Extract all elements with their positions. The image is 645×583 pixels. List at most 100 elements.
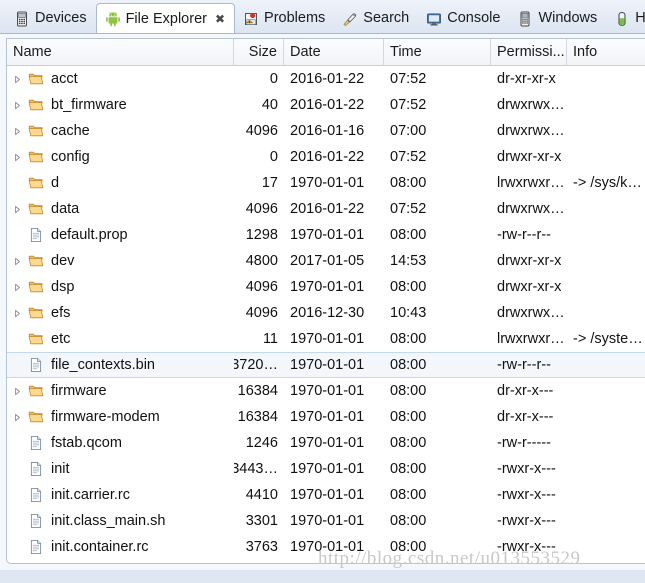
- table-row[interactable]: init.class_main.sh 3301 1970-01-01 08:00 -rw…: [7, 508, 645, 534]
- cell-time: 08:00: [384, 404, 491, 430]
- table-row[interactable]: bt_firmware 40 2016-01-22 07:52 drwxrwx…: [7, 92, 645, 118]
- cell-size-label: 4410: [245, 487, 278, 503]
- column-header-name[interactable]: Name: [7, 39, 234, 66]
- expand-arrow-icon[interactable]: [7, 75, 27, 84]
- cell-info: [567, 248, 645, 274]
- table-row[interactable]: dev 4800 2017-01-05 14:53 drwxr-xr-x: [7, 248, 645, 274]
- column-header-info[interactable]: Info: [567, 39, 645, 66]
- cell-name: firmware-modem: [7, 404, 234, 430]
- folder-icon: [27, 175, 45, 191]
- table-row[interactable]: firmware-modem 16384 1970-01-01 08:00 dr-xr-…: [7, 404, 645, 430]
- cell-permissions-label: drwxrwx…: [497, 201, 565, 217]
- cell-info: [567, 508, 645, 534]
- tab-search[interactable]: Search: [334, 4, 418, 33]
- cell-permissions: -rwxr-x---: [491, 456, 567, 482]
- cell-date: 2016-01-22: [284, 196, 384, 222]
- expand-arrow-icon[interactable]: [7, 127, 27, 136]
- cell-size: 3443…: [234, 456, 284, 482]
- table-row[interactable]: init.container.rc 3763 1970-01-01 08:00 -rwx…: [7, 534, 645, 560]
- cell-time-label: 07:52: [390, 71, 427, 87]
- file-name-label: dev: [51, 253, 75, 269]
- expand-arrow-icon[interactable]: [7, 205, 27, 214]
- cell-time-label: 08:00: [390, 357, 427, 373]
- table-row[interactable]: firmware 16384 1970-01-01 08:00 dr-xr-x---: [7, 378, 645, 404]
- cell-date-label: 1970-01-01: [290, 409, 365, 425]
- cell-name: dsp: [7, 274, 234, 300]
- tab-problems[interactable]: Problems: [235, 4, 334, 33]
- cell-name: d: [7, 170, 234, 196]
- table-row[interactable]: acct 0 2016-01-22 07:52 dr-xr-xr-x: [7, 66, 645, 92]
- cell-time-label: 08:00: [390, 175, 427, 191]
- file-table-body[interactable]: acct 0 2016-01-22 07:52 dr-xr-xr-x bt_firmwar…: [7, 66, 645, 563]
- tab-devices[interactable]: Devices: [6, 4, 96, 33]
- cell-time-label: 08:00: [390, 461, 427, 477]
- cell-size-label: 17: [261, 175, 278, 191]
- cell-size: 4096: [234, 300, 284, 326]
- cell-time: 08:00: [384, 430, 491, 456]
- tab-heap[interactable]: Heap: [606, 4, 645, 33]
- table-row[interactable]: efs 4096 2016-12-30 10:43 drwxrwx…: [7, 300, 645, 326]
- cell-info: [567, 222, 645, 248]
- cell-size: 16384: [234, 404, 284, 430]
- expand-arrow-icon[interactable]: [7, 153, 27, 162]
- cell-name: init.class_main.sh: [7, 508, 234, 534]
- tab-console[interactable]: Console: [418, 4, 509, 33]
- file-name-label: etc: [51, 331, 71, 347]
- expand-arrow-icon[interactable]: [7, 309, 27, 318]
- tab-label: Console: [447, 10, 501, 27]
- cell-date: 1970-01-01: [284, 508, 384, 534]
- cell-date: 1970-01-01: [284, 222, 384, 248]
- cell-info: [567, 430, 645, 456]
- table-row[interactable]: etc 11 1970-01-01 08:00 lrwxrwxr… -> /syste…: [7, 326, 645, 352]
- expand-arrow-icon[interactable]: [7, 101, 27, 110]
- cell-size: 4800: [234, 248, 284, 274]
- cell-name: init: [7, 456, 234, 482]
- tab-label: Windows: [538, 10, 598, 27]
- cell-time-label: 08:00: [390, 539, 427, 555]
- tab-file-explorer[interactable]: File Explorer ✖: [95, 3, 236, 33]
- cell-date-label: 1970-01-01: [290, 461, 365, 477]
- file-explorer-window: Devices File Explorer ✖ Problems Search Conso…: [0, 0, 645, 583]
- cell-size-label: 16384: [237, 383, 278, 399]
- cell-permissions-label: -rw-r--r--: [497, 357, 551, 373]
- file-icon: [27, 357, 45, 373]
- close-icon[interactable]: ✖: [215, 13, 225, 25]
- cell-permissions: drwxr-xr-x: [491, 274, 567, 300]
- cell-size-label: 4096: [245, 279, 278, 295]
- column-header-permissions[interactable]: Permissi...: [491, 39, 567, 66]
- expand-arrow-icon[interactable]: [7, 413, 27, 422]
- cell-permissions-label: -rwxr-x---: [497, 461, 556, 477]
- table-row[interactable]: fstab.qcom 1246 1970-01-01 08:00 -rw-r-----: [7, 430, 645, 456]
- expand-arrow-icon[interactable]: [7, 257, 27, 266]
- tab-label: Problems: [264, 10, 326, 27]
- cell-size-label: 3443…: [234, 461, 278, 477]
- expand-arrow-icon[interactable]: [7, 387, 27, 396]
- folder-icon: [27, 71, 45, 87]
- column-header-date[interactable]: Date: [284, 39, 384, 66]
- cell-time-label: 08:00: [390, 435, 427, 451]
- cell-info: [567, 404, 645, 430]
- table-row[interactable]: config 0 2016-01-22 07:52 drwxr-xr-x: [7, 144, 645, 170]
- cell-time: 08:00: [384, 508, 491, 534]
- tab-windows[interactable]: Windows: [509, 4, 606, 33]
- cell-size: 4096: [234, 118, 284, 144]
- expand-arrow-icon[interactable]: [7, 283, 27, 292]
- cell-time: 08:00: [384, 222, 491, 248]
- column-header-size[interactable]: Size: [234, 39, 284, 66]
- cell-size-label: 4800: [245, 253, 278, 269]
- table-row[interactable]: d 17 1970-01-01 08:00 lrwxrwxr… -> /sys/k…: [7, 170, 645, 196]
- cell-date: 1970-01-01: [284, 482, 384, 508]
- tab-bar: Devices File Explorer ✖ Problems Search Conso…: [0, 0, 645, 34]
- file-icon: [27, 435, 45, 451]
- table-row[interactable]: default.prop 1298 1970-01-01 08:00 -rw-r--r-…: [7, 222, 645, 248]
- table-row[interactable]: cache 4096 2016-01-16 07:00 drwxrwx…: [7, 118, 645, 144]
- column-header-time[interactable]: Time: [384, 39, 491, 66]
- cell-time-label: 08:00: [390, 227, 427, 243]
- table-row[interactable]: data 4096 2016-01-22 07:52 drwxrwx…: [7, 196, 645, 222]
- table-row[interactable]: dsp 4096 1970-01-01 08:00 drwxr-xr-x: [7, 274, 645, 300]
- table-row[interactable]: file_contexts.bin 3720… 1970-01-01 08:00 -rw…: [7, 352, 645, 378]
- table-row[interactable]: init 3443… 1970-01-01 08:00 -rwxr-x---: [7, 456, 645, 482]
- file-name-label: file_contexts.bin: [51, 357, 155, 373]
- cell-time: 08:00: [384, 456, 491, 482]
- table-row[interactable]: init.carrier.rc 4410 1970-01-01 08:00 -rwxr-…: [7, 482, 645, 508]
